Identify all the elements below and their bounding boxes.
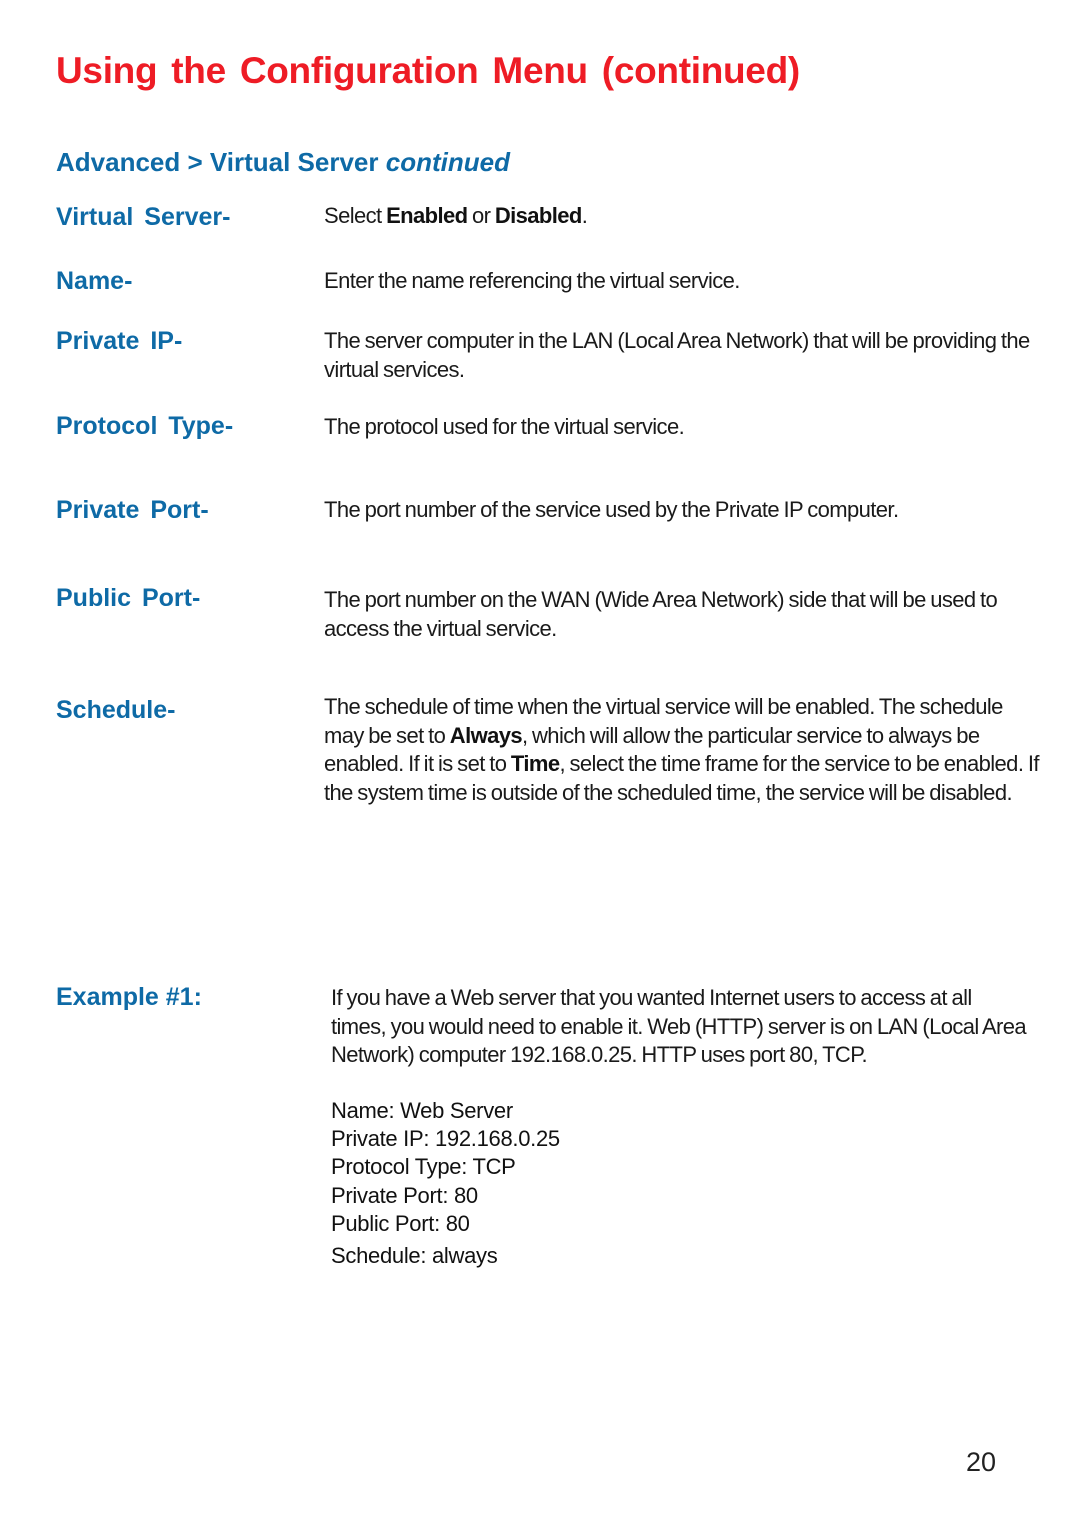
desc-text: The protocol used for the virtual servic… — [324, 414, 685, 439]
desc-text: The server computer in the LAN (Local Ar… — [324, 328, 1030, 382]
desc-text: or — [467, 203, 495, 228]
example-private-port-line: Private Port: 80 — [331, 1182, 478, 1208]
term-protocol-type: Protocol Type- — [56, 412, 234, 440]
term-schedule: Schedule- — [56, 696, 176, 724]
bold-keyword: Disabled — [494, 203, 583, 228]
example-schedule-line: Schedule: always — [331, 1243, 498, 1269]
bold-keyword: Time — [510, 751, 560, 776]
page-number: 20 — [966, 1447, 997, 1477]
example-private-ip-line: Private IP: 192.168.0.25 — [331, 1126, 560, 1152]
term-public-port: Public Port- — [56, 584, 201, 612]
desc-private-ip: The server computer in the LAN (Local Ar… — [324, 327, 1044, 384]
section-heading-continued: continued — [385, 147, 510, 177]
desc-text: Select — [324, 203, 387, 228]
desc-text: The port number on the WAN (Wide Area Ne… — [324, 587, 998, 641]
desc-schedule: The schedule of time when the virtual se… — [324, 693, 1044, 807]
example-paragraph: If you have a Web server that you wanted… — [331, 985, 1027, 1067]
desc-public-port: The port number on the WAN (Wide Area Ne… — [324, 586, 1044, 643]
bold-keyword: Enabled — [386, 203, 468, 228]
desc-private-port: The port number of the service used by t… — [324, 496, 1044, 525]
desc-protocol-type: The protocol used for the virtual servic… — [324, 413, 1044, 442]
desc-virtual-server: Select Enabled or Disabled. — [324, 202, 1044, 231]
example-settings-list: Name: Web Server Private IP: 192.168.0.2… — [331, 1097, 560, 1270]
section-heading: Advanced > Virtual Server continued — [56, 147, 510, 178]
example-label: Example #1: — [56, 983, 202, 1011]
example-name-line: Name: Web Server — [331, 1098, 513, 1123]
term-name: Name- — [56, 267, 133, 295]
example-public-port-line: Public Port: 80 — [331, 1210, 470, 1236]
term-private-port: Private Port- — [56, 496, 209, 524]
term-virtual-server: Virtual Server- — [56, 203, 231, 231]
bold-keyword: Always — [449, 722, 523, 748]
example-protocol-type-line: Protocol Type: TCP — [331, 1154, 516, 1180]
desc-text: The port number of the service used by t… — [324, 497, 899, 522]
section-heading-path: Advanced > Virtual Server — [56, 147, 386, 177]
desc-name: Enter the name referencing the virtual s… — [324, 267, 1044, 296]
desc-text: . — [581, 203, 588, 228]
desc-text: Enter the name referencing the virtual s… — [324, 268, 740, 293]
page-title: Using the Configuration Menu (continued) — [56, 50, 800, 91]
term-private-ip: Private IP- — [56, 327, 183, 355]
